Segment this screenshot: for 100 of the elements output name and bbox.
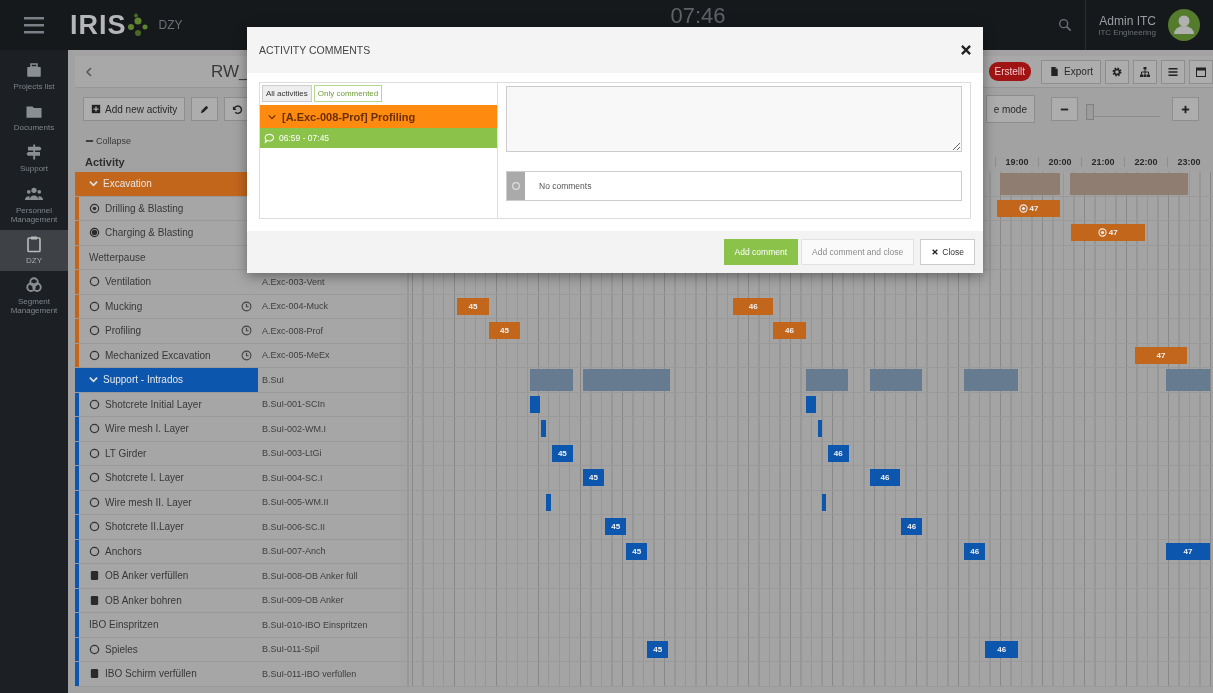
- activity-name[interactable]: Mucking: [105, 300, 143, 312]
- activity-name[interactable]: IBO Einspritzen: [89, 619, 159, 631]
- task-bar[interactable]: 46: [733, 297, 774, 315]
- task-bar[interactable]: 45: [582, 469, 604, 486]
- sidebar-item[interactable]: DZY: [0, 229, 68, 272]
- zoom-slider[interactable]: [1086, 101, 1160, 117]
- list-button[interactable]: [1161, 59, 1185, 84]
- task-bar[interactable]: 47: [1135, 346, 1187, 364]
- close-button[interactable]: [959, 43, 973, 57]
- sidebar-label: Projects list: [13, 82, 55, 92]
- task-bar[interactable]: 46: [964, 542, 986, 560]
- activity-name[interactable]: Anchors: [105, 545, 142, 557]
- slider-thumb[interactable]: [1085, 103, 1094, 120]
- summary-bar[interactable]: [1165, 369, 1210, 391]
- hour-label: 19:00: [995, 157, 1038, 167]
- task-bar[interactable]: [805, 395, 817, 413]
- bar-label: 46: [970, 546, 980, 556]
- summary-bar[interactable]: [582, 369, 671, 391]
- task-bar[interactable]: [818, 420, 823, 437]
- task-bar[interactable]: 47: [1070, 224, 1145, 241]
- task-bar[interactable]: 46: [901, 518, 923, 535]
- summary-bar[interactable]: [869, 369, 923, 391]
- bar-label: 45: [611, 522, 621, 531]
- task-bar[interactable]: 47: [1165, 542, 1210, 560]
- task-bar[interactable]: [545, 493, 552, 511]
- hierarchy-icon: [1139, 65, 1151, 78]
- activity-code: A.Exc-005-MeEx: [262, 350, 330, 361]
- task-bar[interactable]: 45: [551, 444, 573, 462]
- chevron-icon[interactable]: [89, 375, 98, 385]
- zoom-out-button[interactable]: [1051, 97, 1078, 121]
- circle-icon: [89, 643, 100, 655]
- task-bar[interactable]: 47: [997, 199, 1061, 217]
- circles-icon: [25, 276, 43, 295]
- bar-label: 47: [1029, 203, 1039, 213]
- column-header: Activity: [84, 156, 126, 168]
- close-icon: [931, 248, 940, 256]
- activity-code: B.SuI-005-WM.II: [262, 497, 329, 508]
- summary-bar[interactable]: [805, 369, 848, 391]
- sheet-icon: [89, 594, 100, 606]
- target-icon: [1018, 203, 1028, 213]
- circle-icon: [89, 398, 100, 410]
- task-bar[interactable]: 46: [827, 444, 849, 462]
- zoom-in-button[interactable]: [1172, 97, 1199, 121]
- task-bar[interactable]: [540, 420, 546, 437]
- chevron-icon[interactable]: [89, 179, 98, 189]
- collapse-link[interactable]: Collapse: [85, 136, 132, 146]
- hierarchy-button[interactable]: [1133, 59, 1157, 84]
- empty-comments-text: No comments: [539, 181, 592, 191]
- comment-icon: [511, 181, 521, 191]
- activity-code: B.SuI-009-OB Anker: [262, 595, 344, 606]
- user-name: Admin ITC: [1099, 13, 1156, 28]
- task-bar[interactable]: [822, 493, 827, 511]
- task-bar[interactable]: 46: [985, 640, 1019, 658]
- export-button[interactable]: Export: [1041, 59, 1101, 84]
- status-badge: Erstellt: [988, 62, 1032, 81]
- task-bar[interactable]: 45: [626, 542, 648, 560]
- activity-name[interactable]: Profiling: [105, 325, 142, 337]
- pencil-icon: [199, 103, 211, 115]
- avatar[interactable]: [1168, 9, 1200, 41]
- task-bar[interactable]: 45: [488, 322, 520, 339]
- circle-icon: [89, 276, 100, 288]
- signpost-icon: [25, 143, 43, 162]
- bar-label: 45: [589, 473, 598, 482]
- task-bar[interactable]: 45: [456, 297, 489, 315]
- calendar-button[interactable]: [1189, 59, 1213, 84]
- activity-row[interactable]: [A.Exc-008-Prof] Profiling: [260, 105, 497, 128]
- sidebar-item[interactable]: Documents: [0, 97, 68, 139]
- gear-button[interactable]: [1105, 59, 1129, 84]
- task-bar[interactable]: 46: [773, 322, 806, 339]
- edit-button[interactable]: [191, 97, 219, 121]
- activity-name[interactable]: Wetterpause: [89, 251, 146, 263]
- sidebar-item[interactable]: Personnel Management: [0, 179, 68, 230]
- task-bar[interactable]: 45: [647, 640, 669, 658]
- close-button[interactable]: Close: [920, 239, 975, 265]
- add-activity-button[interactable]: Add new activity: [83, 97, 186, 121]
- activity-name[interactable]: LT Girder: [105, 447, 147, 459]
- filter-tab[interactable]: All activities: [262, 85, 312, 102]
- mode-button[interactable]: e mode: [985, 95, 1035, 123]
- activity-name[interactable]: Spieles: [105, 643, 138, 655]
- comment-field[interactable]: [506, 86, 962, 152]
- sidebar-item[interactable]: Support: [0, 138, 68, 180]
- sidebar-item[interactable]: Segment Management: [0, 271, 68, 322]
- close-icon: [959, 43, 973, 57]
- sidebar-item[interactable]: Projects list: [0, 56, 68, 98]
- filter-tab[interactable]: Only commented: [313, 85, 383, 102]
- bar-label: 46: [748, 301, 758, 311]
- activity-name[interactable]: Ventilation: [105, 276, 152, 288]
- group-row-name[interactable]: Support - Intrados: [75, 368, 258, 392]
- bar-label: 46: [785, 326, 794, 335]
- activity-code: A.Exc-008-Prof: [262, 325, 324, 336]
- back-chevron-icon[interactable]: [85, 66, 93, 77]
- task-bar[interactable]: 45: [605, 518, 627, 535]
- activity-code: B.SuI-004-SC.I: [262, 472, 323, 483]
- circle-icon: [89, 521, 100, 533]
- search-icon[interactable]: [1057, 17, 1074, 33]
- task-bar[interactable]: 46: [869, 469, 901, 486]
- briefcase-icon: [25, 61, 43, 79]
- calendar-icon: [1195, 65, 1207, 78]
- list-icon: [1167, 65, 1179, 78]
- task-bar[interactable]: [530, 395, 541, 413]
